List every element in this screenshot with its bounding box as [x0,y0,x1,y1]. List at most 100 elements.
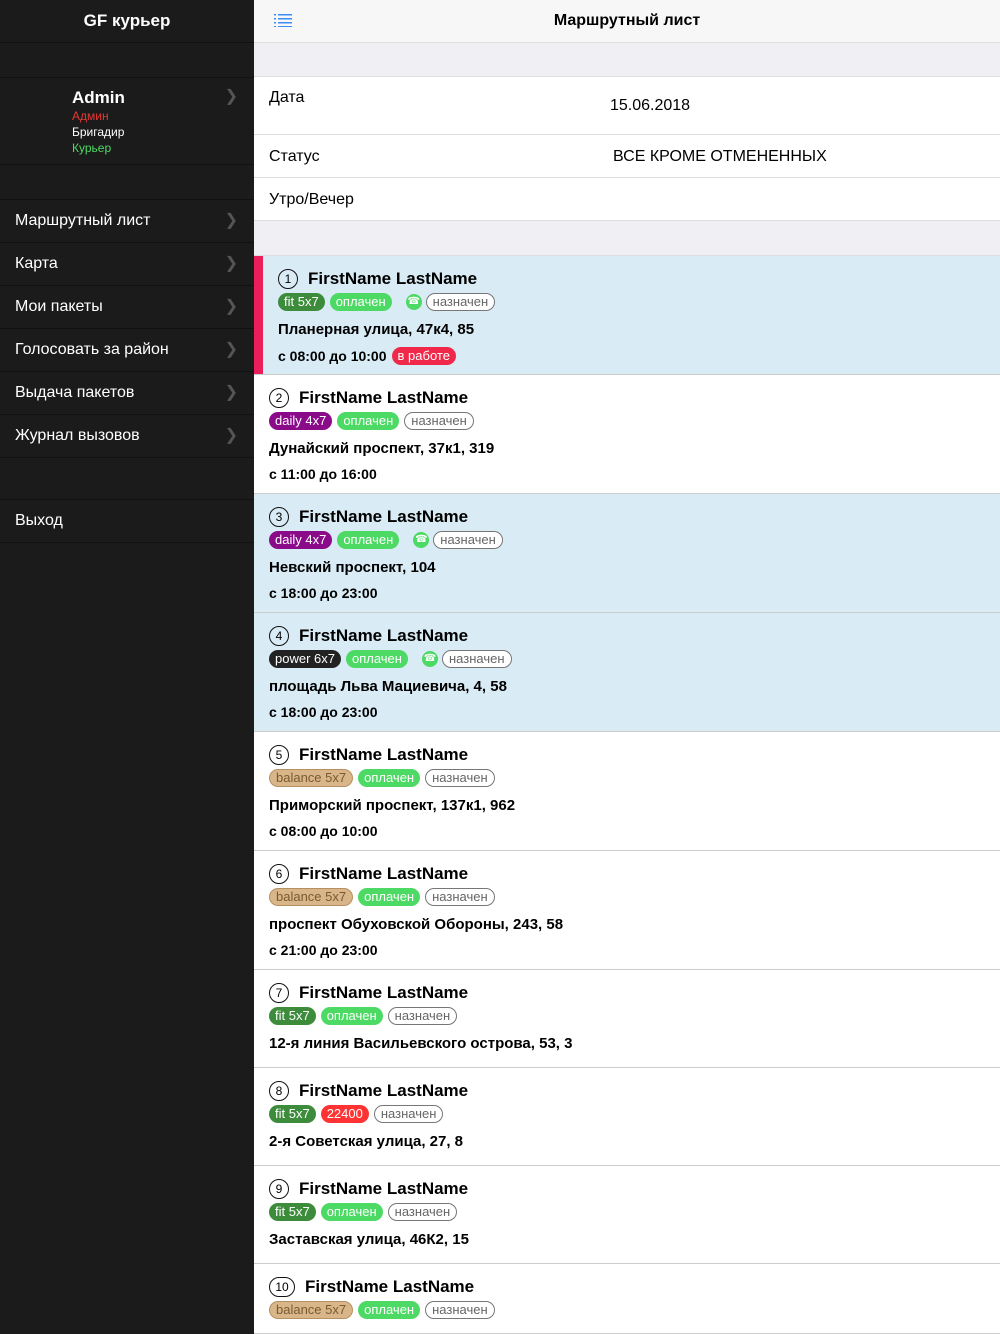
order-card[interactable]: 10 FirstName LastName balance 5x7 оплачен на… [254,1264,1000,1334]
logout-button[interactable]: Выход [0,500,254,543]
phone-icon[interactable]: ☎ [405,294,422,310]
address: 12-я линия Васильевского острова, 53, 3 [269,1035,573,1052]
order-number: 10 [269,1277,295,1297]
plan-badge: fit 5x7 [269,1203,316,1221]
payment-badge: оплачен [358,769,421,787]
customer-name: FirstName LastName [299,1179,469,1198]
customer-name: FirstName LastName [299,507,469,526]
address: Невский проспект, 104 [269,559,436,576]
order-number: 1 [278,269,298,289]
order-number: 7 [269,983,289,1003]
order-list: 1 FirstName LastName fit 5x7 оплачен ☎ назнач… [254,256,1000,1334]
plan-badge: fit 5x7 [269,1105,316,1123]
status-value: ВСЕ КРОМЕ ОТМЕНЕННЫХ [613,148,827,165]
customer-name: FirstName LastName [299,1081,469,1100]
order-number: 3 [269,507,289,527]
sidebar-item-label: Выдача пакетов [15,384,135,401]
payment-badge: оплачен [320,1007,383,1025]
sidebar-item-label: Голосовать за район [15,341,169,358]
order-card[interactable]: 1 FirstName LastName fit 5x7 оплачен ☎ назнач… [254,256,1000,375]
customer-name: FirstName LastName [299,626,469,645]
payment-badge: оплачен [329,293,392,311]
order-card[interactable]: 4 FirstName LastName power 6x7 оплачен ☎ назн… [254,613,1000,732]
chevron-right-icon: ❯ [224,298,238,315]
chevron-right-icon: ❯ [224,255,238,272]
in-progress-badge: в работе [391,347,456,365]
delivery-time: с 18:00 до 23:00 [269,585,378,601]
status-filter[interactable]: Статус ВСЕ КРОМЕ ОТМЕНЕННЫХ [254,135,1000,178]
active-indicator [254,256,263,374]
plan-badge: balance 5x7 [269,1301,354,1319]
date-value: 15.06.2018 [610,97,691,114]
phone-icon[interactable]: ☎ [413,532,430,548]
customer-name: FirstName LastName [305,1277,475,1296]
address: площадь Льва Мациевича, 4, 58 [269,678,507,695]
payment-badge: оплачен [337,531,400,549]
shift-filter[interactable]: Утро/Вечер [254,178,1000,221]
sidebar-item-label: Журнал вызовов [15,427,140,444]
order-card[interactable]: 2 FirstName LastName daily 4x7 оплачен назна… [254,375,1000,494]
customer-name: FirstName LastName [299,983,469,1002]
payment-badge: оплачен [358,1301,421,1319]
profile-item[interactable]: Admin Админ Бригадир Курьер ❯ [0,77,254,165]
section-gap [254,43,1000,77]
sidebar-item[interactable]: Голосовать за район ❯ [0,329,254,372]
plan-badge: power 6x7 [269,650,341,668]
chevron-right-icon: ❯ [224,341,238,358]
plan-badge: fit 5x7 [269,1007,316,1025]
sidebar-item[interactable]: Маршрутный лист ❯ [0,200,254,243]
payment-badge: 22400 [320,1105,369,1123]
delivery-time: с 21:00 до 23:00 [269,942,378,958]
order-card[interactable]: 9 FirstName LastName fit 5x7 оплачен назначе… [254,1166,1000,1264]
sidebar-item[interactable]: Карта ❯ [0,243,254,286]
delivery-time: с 08:00 до 10:00 [269,823,378,839]
date-label: Дата [269,89,305,106]
sidebar-item-label: Мои пакеты [15,298,103,315]
sidebar-item-label: Карта [15,255,58,272]
customer-name: FirstName LastName [299,388,469,407]
address: Дунайский проспект, 37к1, 319 [269,440,495,457]
nav-bar: Маршрутный лист [254,0,1000,43]
customer-name: FirstName LastName [299,864,469,883]
payment-badge: оплачен [337,412,400,430]
sidebar-item[interactable]: Мои пакеты ❯ [0,286,254,329]
customer-name: FirstName LastName [308,269,478,288]
customer-name: FirstName LastName [299,745,469,764]
shift-label: Утро/Вечер [269,191,354,208]
status-badge: назначен [441,650,512,668]
status-badge: назначен [425,1301,495,1319]
status-badge: назначен [425,293,496,311]
order-card[interactable]: 8 FirstName LastName fit 5x7 22400 назначен 2… [254,1068,1000,1166]
status-badge: назначен [373,1105,444,1123]
status-badge: назначен [404,412,474,430]
role-brigadier: Бригадир [72,125,125,139]
address: проспект Обуховской Обороны, 243, 58 [269,916,564,933]
status-label: Статус [269,148,320,165]
status-badge: назначен [387,1203,458,1221]
address: 2-я Советская улица, 27, 8 [269,1133,464,1150]
plan-badge: fit 5x7 [278,293,325,311]
order-card[interactable]: 7 FirstName LastName fit 5x7 оплачен назначе… [254,970,1000,1068]
address: Приморский проспект, 137к1, 962 [269,797,516,814]
order-card[interactable]: 3 FirstName LastName daily 4x7 оплачен ☎ назн… [254,494,1000,613]
chevron-right-icon: ❯ [224,88,238,105]
date-filter[interactable]: Дата 15.06.2018 [254,77,1000,135]
role-courier: Курьер [72,141,112,155]
delivery-time: с 11:00 до 16:00 [269,466,377,482]
sidebar: GF курьер Admin Админ Бригадир Курьер ❯ … [0,0,254,1334]
delivery-time: с 18:00 до 23:00 [269,704,378,720]
chevron-right-icon: ❯ [224,427,238,444]
order-number: 8 [269,1081,289,1101]
order-card[interactable]: 5 FirstName LastName balance 5x7 оплачен наз… [254,732,1000,851]
status-badge: назначен [387,1007,458,1025]
status-badge: назначен [425,769,495,787]
phone-icon[interactable]: ☎ [421,651,438,667]
payment-badge: оплачен [358,888,421,906]
sidebar-item[interactable]: Выдача пакетов ❯ [0,372,254,415]
order-card[interactable]: 6 FirstName LastName balance 5x7 оплачен наз… [254,851,1000,970]
order-number: 2 [269,388,289,408]
sidebar-item-label: Маршрутный лист [15,212,151,229]
sidebar-item[interactable]: Журнал вызовов ❯ [0,415,254,458]
status-badge: назначен [425,888,495,906]
order-number: 4 [269,626,289,646]
